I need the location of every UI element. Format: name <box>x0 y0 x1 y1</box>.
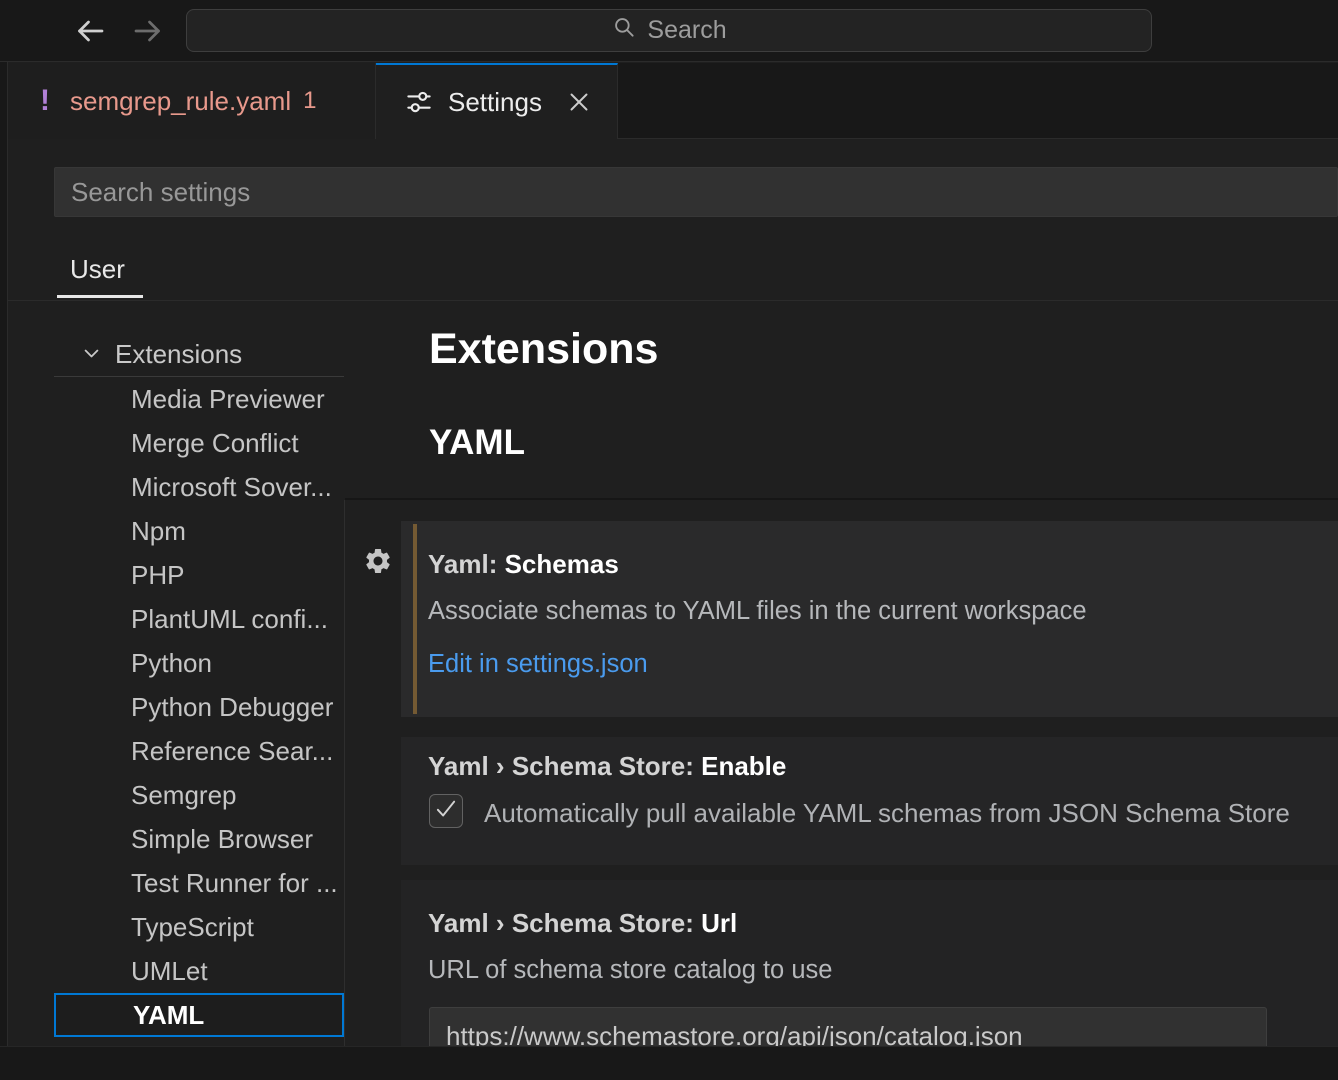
toc-item-merge-conflict[interactable]: Merge Conflict <box>54 421 344 465</box>
toc-item-umlet[interactable]: UMLet <box>54 949 344 993</box>
yaml-file-icon: ! <box>40 84 50 118</box>
checkbox-label: Automatically pull available YAML schema… <box>484 798 1290 829</box>
settings-editor: User Extensions Media Previewer Merge Co… <box>8 140 1338 1046</box>
sticky-heading-shadow <box>345 498 1338 500</box>
toc-item-microsoft-sover[interactable]: Microsoft Sover... <box>54 465 344 509</box>
toc-root-label: Extensions <box>115 339 242 370</box>
problems-count-badge: 1 <box>303 87 316 115</box>
toc-item-simple-browser[interactable]: Simple Browser <box>54 817 344 861</box>
toc-item-media-previewer[interactable]: Media Previewer <box>54 377 344 421</box>
tab-semgrep-rule-yaml[interactable]: ! semgrep_rule.yaml 1 <box>8 63 376 139</box>
bottom-panel-strip <box>0 1046 1338 1080</box>
setting-title-main: Enable <box>701 751 786 781</box>
checkmark-icon <box>433 796 459 827</box>
toc-item-python-debugger[interactable]: Python Debugger <box>54 685 344 729</box>
toc-item-yaml[interactable]: YAML <box>54 993 344 1037</box>
setting-row-yaml-schemas[interactable]: Yaml: Schemas Associate schemas to YAML … <box>401 521 1338 717</box>
setting-description: URL of schema store catalog to use <box>428 956 832 985</box>
modified-indicator-bar <box>413 524 417 714</box>
setting-title-prefix: Yaml › Schema Store: <box>428 908 701 938</box>
gear-icon[interactable] <box>363 546 393 576</box>
setting-title: Yaml › Schema Store: Url <box>428 908 737 939</box>
setting-title: Yaml › Schema Store: Enable <box>428 751 786 782</box>
titlebar: Search <box>0 0 1338 62</box>
settings-sliders-icon <box>404 87 434 117</box>
group-heading-yaml: YAML <box>429 423 525 463</box>
setting-title: Yaml: Schemas <box>428 549 619 580</box>
chevron-down-icon <box>82 339 101 370</box>
toc-item-extensions[interactable]: Extensions <box>54 332 344 377</box>
vscode-window: Search ! semgrep_rule.yaml 1 Settings Us… <box>0 0 1338 1080</box>
setting-title-prefix: Yaml › Schema Store: <box>428 751 701 781</box>
command-center-search[interactable]: Search <box>186 9 1152 52</box>
settings-toc-tree: Extensions Media Previewer Merge Conflic… <box>54 332 344 1037</box>
schema-store-enable-checkbox[interactable] <box>429 794 463 828</box>
tab-label: Settings <box>448 87 542 118</box>
toc-item-reference-search[interactable]: Reference Sear... <box>54 729 344 773</box>
toc-item-typescript[interactable]: TypeScript <box>54 905 344 949</box>
group-heading-extensions: Extensions <box>429 325 658 374</box>
toc-item-npm[interactable]: Npm <box>54 509 344 553</box>
forward-arrow-icon[interactable] <box>130 13 166 49</box>
setting-title-main: Url <box>701 908 737 938</box>
toc-item-python[interactable]: Python <box>54 641 344 685</box>
toc-item-plantuml[interactable]: PlantUML confi... <box>54 597 344 641</box>
setting-title-prefix: Yaml: <box>428 549 505 579</box>
search-icon <box>611 14 637 47</box>
active-scope-underline <box>57 295 143 298</box>
setting-title-main: Schemas <box>505 549 619 579</box>
left-edge-strip <box>0 62 8 1046</box>
tab-user-scope[interactable]: User <box>70 254 125 285</box>
history-navigation <box>72 0 166 62</box>
setting-row-schema-store-enable[interactable]: Yaml › Schema Store: Enable Automaticall… <box>401 737 1338 865</box>
close-icon[interactable] <box>563 86 595 118</box>
settings-list: Extensions YAML Yaml: Schemas Associate … <box>345 140 1338 1046</box>
tab-bar: ! semgrep_rule.yaml 1 Settings <box>8 63 1338 139</box>
setting-row-schema-store-url[interactable]: Yaml › Schema Store: Url URL of schema s… <box>401 880 1338 1046</box>
setting-description: Associate schemas to YAML files in the c… <box>428 597 1087 626</box>
edit-in-settings-json-link[interactable]: Edit in settings.json <box>428 650 648 679</box>
toc-item-test-runner[interactable]: Test Runner for ... <box>54 861 344 905</box>
tab-settings[interactable]: Settings <box>376 63 618 139</box>
toc-item-php[interactable]: PHP <box>54 553 344 597</box>
command-center-label: Search <box>647 16 726 45</box>
back-arrow-icon[interactable] <box>72 13 108 49</box>
tab-label: semgrep_rule.yaml <box>70 86 291 117</box>
schema-store-url-input[interactable] <box>429 1007 1267 1046</box>
toc-item-semgrep[interactable]: Semgrep <box>54 773 344 817</box>
